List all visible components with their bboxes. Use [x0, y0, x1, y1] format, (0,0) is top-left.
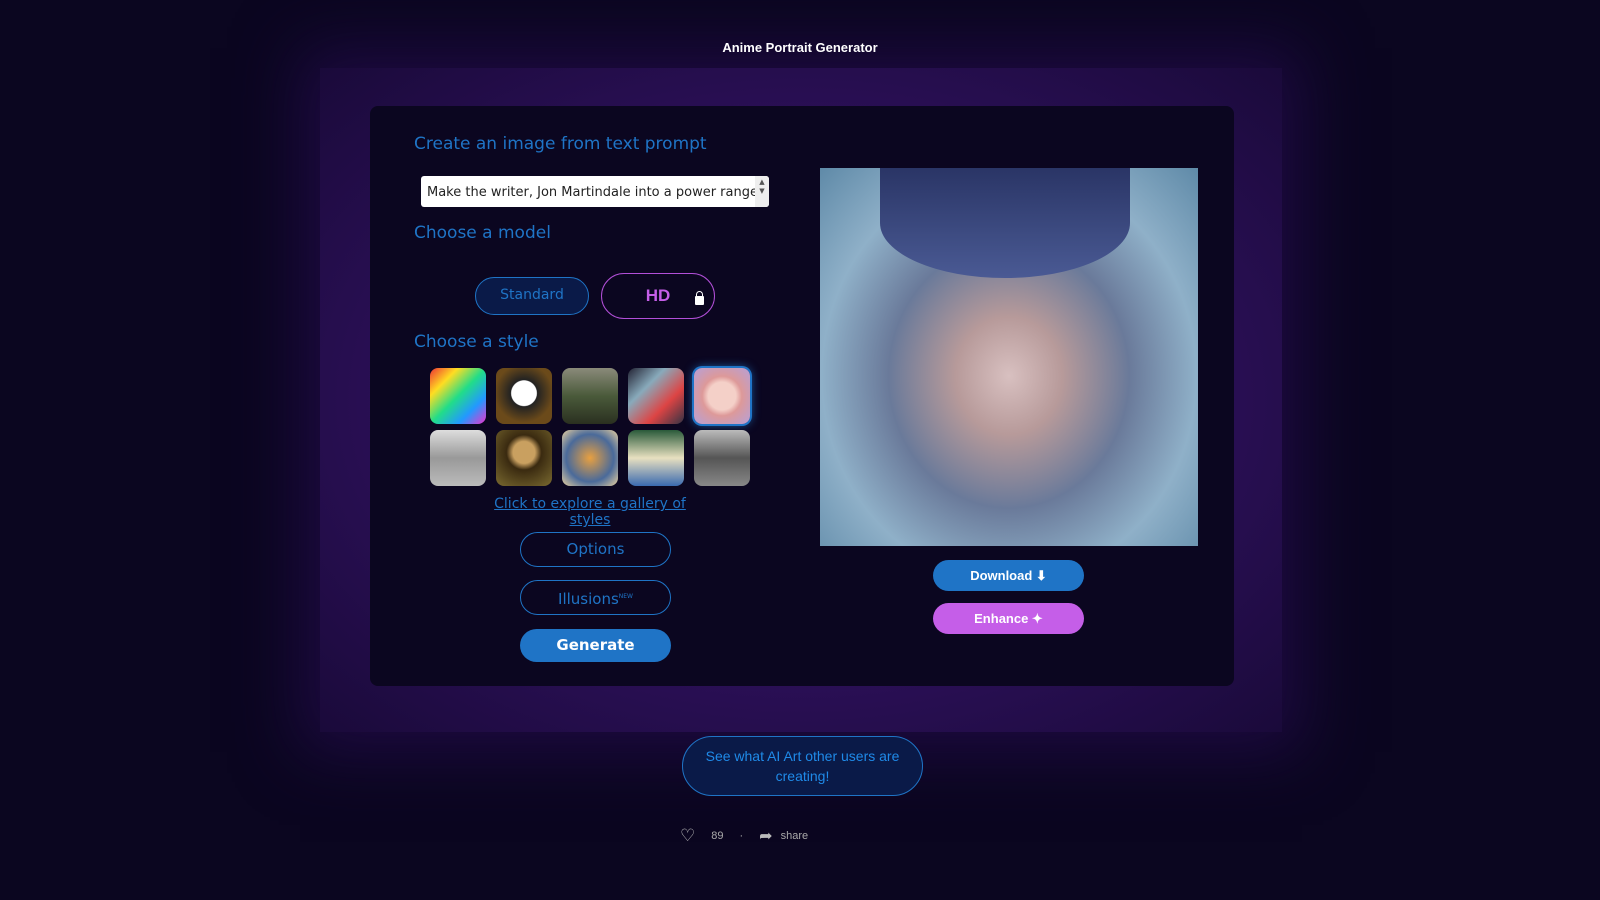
page-title: Anime Portrait Generator — [722, 40, 878, 55]
enhance-button[interactable]: Enhance ✦ — [933, 603, 1084, 634]
portrait-hair — [880, 168, 1130, 278]
heart-icon[interactable]: ♡ — [680, 826, 695, 846]
style-sketch[interactable] — [430, 430, 486, 486]
model-standard-button[interactable]: Standard — [475, 277, 589, 315]
community-gallery-button[interactable]: See what AI Art other users are creating… — [682, 736, 923, 796]
style-forest[interactable] — [562, 368, 618, 424]
illusions-button[interactable]: IllusionsNEW — [520, 580, 671, 615]
prompt-input[interactable]: Make the writer, Jon Martindale into a p… — [421, 176, 769, 207]
style-anime[interactable] — [694, 368, 750, 424]
download-button[interactable]: Download ⬇ — [933, 560, 1084, 591]
style-heading: Choose a style — [414, 332, 539, 352]
style-grid — [430, 368, 750, 486]
share-icon[interactable]: ➦ — [759, 826, 772, 846]
share-link[interactable]: share — [781, 830, 809, 842]
style-dancers[interactable] — [628, 430, 684, 486]
model-hd-button[interactable]: HD — [601, 273, 715, 319]
hd-label: HD — [645, 286, 671, 305]
like-count: 89 — [711, 830, 724, 842]
lock-icon — [695, 291, 704, 305]
generate-button[interactable]: Generate — [520, 629, 671, 662]
new-badge: NEW — [618, 593, 633, 600]
spinner-icon[interactable]: ▲ ▼ — [755, 176, 769, 207]
generator-card: Create an image from text prompt Make th… — [370, 106, 1234, 686]
style-city[interactable] — [694, 430, 750, 486]
prompt-heading: Create an image from text prompt — [414, 134, 707, 154]
options-button[interactable]: Options — [520, 532, 671, 567]
style-flowers[interactable] — [562, 430, 618, 486]
style-mona-lisa[interactable] — [496, 430, 552, 486]
prompt-value: Make the writer, Jon Martindale into a p… — [427, 185, 764, 200]
gallery-link[interactable]: Click to explore a gallery of styles — [475, 496, 705, 528]
style-mech[interactable] — [628, 368, 684, 424]
model-heading: Choose a model — [414, 223, 551, 243]
illusions-label: Illusions — [558, 590, 619, 608]
style-panda[interactable] — [496, 368, 552, 424]
separator-dot: · — [739, 830, 744, 842]
social-bar: ♡ 89 · ➦ share — [680, 826, 808, 846]
generated-image — [820, 168, 1198, 546]
style-psychedelic[interactable] — [430, 368, 486, 424]
